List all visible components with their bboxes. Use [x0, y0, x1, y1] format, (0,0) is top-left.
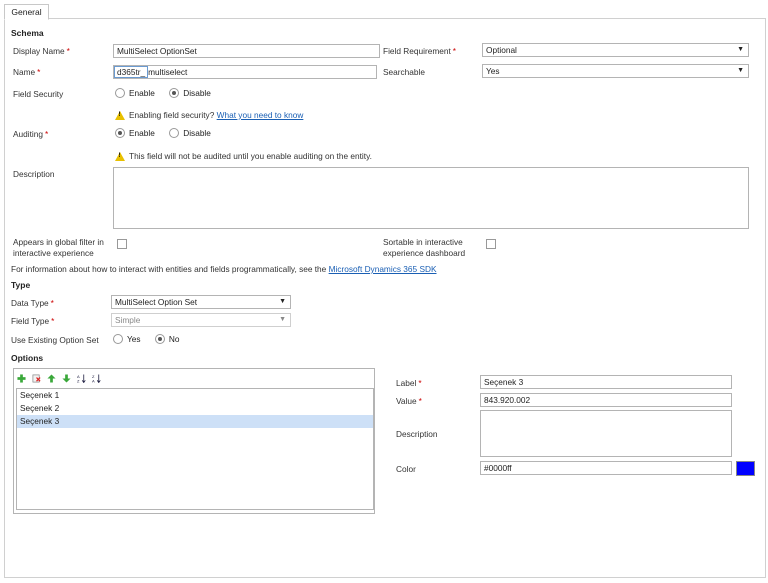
- use-existing-no[interactable]: No: [154, 334, 180, 344]
- option-value-input[interactable]: 843.920.002: [480, 393, 732, 407]
- name-value: multiselect: [148, 67, 188, 77]
- field-requirement-label: Field Requirement *: [383, 46, 457, 56]
- use-existing-label: Use Existing Option Set: [11, 335, 99, 345]
- move-down-icon[interactable]: [62, 373, 71, 383]
- dropdown-arrow-icon: ▼: [737, 67, 744, 74]
- warning-icon: [115, 152, 125, 162]
- searchable-label: Searchable: [383, 67, 425, 77]
- type-section-title: Type: [11, 280, 31, 290]
- security-warning: Enabling field security? What you need t…: [115, 110, 304, 121]
- add-icon[interactable]: [17, 373, 26, 383]
- searchable-select[interactable]: Yes ▼: [482, 64, 749, 78]
- radio-selected-icon: [115, 128, 125, 138]
- field-type-select[interactable]: Simple ▼: [111, 313, 291, 327]
- options-toolbar: AZ ZA: [17, 372, 107, 384]
- option-item-1[interactable]: Seçenek 1: [17, 389, 373, 402]
- field-security-label: Field Security: [13, 89, 64, 99]
- sortable-label: Sortable in interactive experience dashb…: [383, 237, 466, 258]
- option-color-label: Color: [396, 464, 416, 474]
- name-input[interactable]: d365tr_ multiselect: [113, 65, 377, 79]
- delete-icon[interactable]: [32, 374, 41, 383]
- option-item-2[interactable]: Seçenek 2: [17, 402, 373, 415]
- data-type-select[interactable]: MultiSelect Option Set ▼: [111, 295, 291, 309]
- field-security-enable[interactable]: Enable: [115, 88, 155, 98]
- auditing-radios: Enable Disable: [115, 128, 223, 140]
- field-security-disable[interactable]: Disable: [169, 88, 211, 98]
- sdk-link[interactable]: Microsoft Dynamics 365 SDK: [329, 264, 437, 274]
- data-type-label: Data Type *: [11, 298, 54, 308]
- use-existing-radios: Yes No: [113, 334, 192, 346]
- use-existing-yes[interactable]: Yes: [113, 334, 141, 344]
- schema-section-title: Schema: [11, 28, 44, 38]
- auditing-label: Auditing *: [13, 129, 49, 139]
- radio-icon: [115, 88, 125, 98]
- radio-icon: [113, 334, 123, 344]
- option-label-label: Label *: [396, 378, 422, 388]
- description-textarea[interactable]: [113, 167, 749, 229]
- radio-selected-icon: [169, 88, 180, 98]
- sortable-checkbox[interactable]: [486, 239, 496, 249]
- field-type-label: Field Type *: [11, 316, 55, 326]
- sort-ascending-icon[interactable]: AZ: [77, 374, 86, 383]
- dropdown-arrow-icon: ▼: [279, 316, 286, 323]
- display-name-label: Display Name *: [13, 46, 70, 56]
- field-security-radios: Enable Disable: [115, 88, 223, 100]
- auditing-warning: This field will not be audited until you…: [115, 151, 372, 162]
- dropdown-arrow-icon: ▼: [279, 298, 286, 305]
- radio-icon: [169, 128, 180, 138]
- option-label-input[interactable]: Seçenek 3: [480, 375, 732, 389]
- what-you-need-to-know-link[interactable]: What you need to know: [217, 110, 304, 120]
- auditing-disable[interactable]: Disable: [169, 128, 211, 138]
- move-up-icon[interactable]: [47, 373, 56, 383]
- auditing-enable[interactable]: Enable: [115, 128, 155, 138]
- name-prefix: d365tr_: [114, 66, 149, 78]
- option-description-textarea[interactable]: [480, 410, 732, 457]
- options-section-title: Options: [11, 353, 44, 363]
- sdk-info: For information about how to interact wi…: [11, 264, 437, 274]
- radio-selected-icon: [154, 334, 165, 344]
- color-swatch[interactable]: [736, 461, 755, 476]
- global-filter-checkbox[interactable]: [117, 239, 127, 249]
- option-item-3[interactable]: Seçenek 3: [17, 415, 373, 428]
- svg-text:A: A: [92, 378, 95, 382]
- field-requirement-select[interactable]: Optional ▼: [482, 43, 749, 57]
- svg-text:Z: Z: [77, 378, 80, 382]
- description-label: Description: [13, 169, 55, 179]
- sort-descending-icon[interactable]: ZA: [92, 374, 101, 383]
- option-description-label: Description: [396, 429, 438, 439]
- warning-icon: [115, 111, 125, 121]
- name-label: Name *: [13, 67, 41, 77]
- option-color-input[interactable]: #0000ff: [480, 461, 732, 475]
- global-filter-label: Appears in global filter in interactive …: [13, 237, 104, 258]
- display-name-input[interactable]: MultiSelect OptionSet: [113, 44, 380, 58]
- option-value-label: Value *: [396, 396, 422, 406]
- dropdown-arrow-icon: ▼: [737, 46, 744, 53]
- tab-general[interactable]: General: [4, 4, 49, 20]
- options-list[interactable]: Seçenek 1 Seçenek 2 Seçenek 3: [16, 388, 374, 510]
